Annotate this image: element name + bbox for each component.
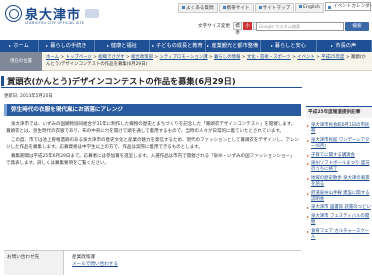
sidebar-news-link[interactable]: 食育フェア カルチャースクール [306, 229, 372, 242]
section-heading-text: 弥生時代の衣服を現代風にお洒落にアレンジ [11, 107, 123, 113]
top-links: よくある質問 携帯サイト サイトマップ English [178, 3, 324, 13]
breadcrumb: 現在の位置 ホーム > トップページ > 組織でさがす > 総合政策部 > シテ… [0, 52, 372, 71]
event-calendar-button[interactable]: イベントカレンダー [325, 2, 372, 11]
arrow-right-icon [331, 44, 334, 47]
city-emblem-icon[interactable] [5, 5, 22, 22]
sidebar-news-link[interactable]: 泉大津市民館 ワンデーシアター(6月) [306, 138, 372, 151]
breadcrumb-link[interactable]: シティプロモーション課 [160, 55, 208, 60]
nav-mayor[interactable]: 市長の声 [317, 40, 372, 52]
site-header: 泉大津市 IZUMIOTSU CITY OFFICIAL SITE よくある質問… [0, 0, 372, 40]
sidebar: 平成25年度報道提供記事 泉大津市民会館6月1日の市民祭 泉大津市民館 ワンデー… [306, 71, 372, 277]
mobile-icon [222, 6, 226, 9]
arrow-right-icon [9, 44, 12, 47]
sidebar-news-link[interactable]: 府道泉州山手線 建設に関する説明会 [306, 191, 372, 204]
breadcrumb-trail: ホーム > トップページ > 組織でさがす > 総合政策部 > シティプロモーシ… [46, 55, 366, 67]
arrow-right-icon [46, 44, 49, 47]
contact-box: お問い合わせ先 産業政策課 メールで問い合わせる [4, 250, 301, 275]
contact-label: お問い合わせ先 [4, 251, 64, 275]
sidebar-news-link[interactable]: 泉大津市 図書館 読書のつどい [306, 205, 372, 211]
sitemap-link[interactable]: サイトマップ [254, 3, 295, 13]
logo-badge-icon [85, 9, 99, 18]
sidebar-news-link[interactable]: 泉大津市 フェスティバルの開催 [306, 214, 372, 227]
faq-link[interactable]: よくある質問 [178, 3, 218, 13]
main-content: 賞頭衣(かんとう)デザインコンテストの作品を募集(6月29日) 更新日: 201… [0, 71, 303, 277]
arrow-right-icon [270, 44, 273, 47]
nav-children-education[interactable]: 子どもの成長と教育 [150, 40, 206, 52]
arrow-right-icon [152, 44, 154, 47]
page-title: 賞頭衣(かんとう)デザインコンテストの作品を募集(6月29日) [1, 74, 302, 88]
english-link[interactable]: English [295, 3, 324, 13]
sidebar-news-link[interactable]: 泉州ソフトボールまつり 盛況のうちに終了 [306, 161, 372, 174]
article-paragraph: 募集期間は平成25年6月29日まで。応募者には参加賞を進呈します。入選作品は市内… [6, 154, 295, 166]
global-nav: ホーム 暮らしの手続き 健康と福祉 子どもの成長と教育 産業観光と都市整備 暮ら… [0, 40, 372, 52]
sidebar-list: 泉大津市民会館6月1日の市民祭 泉大津市民館 ワンデーシアター(6月) 子育てに… [306, 123, 372, 244]
breadcrumb-label: 現在の位置 [0, 52, 42, 71]
faq-icon [182, 6, 185, 9]
article-paragraph: 泉大津市では、いずみの国織物協同組合が31年に制作した織物の歴史とまちづくりを記… [6, 122, 296, 134]
nav-procedures[interactable]: 暮らしの手続き [39, 40, 95, 52]
site-logo-subtitle: IZUMIOTSU CITY OFFICIAL SITE [25, 21, 85, 25]
font-size-control: 文字サイズ変更 標準 小 大 [198, 22, 263, 36]
contact-mail-link[interactable]: メールで問い合わせる [72, 261, 118, 268]
contact-department: 産業政策課 [72, 255, 95, 260]
nav-health-welfare[interactable]: 健康と福祉 [95, 40, 151, 52]
sidebar-news-link[interactable]: 子育てに関する講演会 [306, 153, 372, 159]
search-button[interactable]: 検索 [345, 22, 369, 31]
arrow-right-icon [106, 44, 109, 47]
search-input[interactable]: Google カスタム検索 [256, 22, 344, 31]
section-heading: 弥生時代の衣服を現代風にお洒落にアレンジ [4, 104, 301, 116]
breadcrumb-link[interactable]: 暮らしの情報 [214, 55, 240, 60]
breadcrumb-link[interactable]: イベント [297, 55, 315, 60]
breadcrumb-link[interactable]: 組織でさがす [98, 55, 124, 60]
article-body: 泉大津市では、いずみの国織物協同組合が31年に制作した織物の歴史とまちづくりを記… [6, 121, 299, 169]
breadcrumb-link[interactable]: 文化・芸術・スポーツ [247, 55, 291, 60]
font-size-label: 文字サイズ変更 [198, 24, 231, 29]
breadcrumb-link[interactable]: トップページ [66, 55, 92, 60]
font-size-small-button[interactable]: 小 [243, 22, 253, 30]
mobile-site-link[interactable]: 携帯サイト [218, 3, 254, 13]
breadcrumb-link[interactable]: 総合政策部 [131, 55, 153, 60]
breadcrumb-link[interactable]: ホーム [46, 55, 59, 60]
article-paragraph: この度、市では池上曽根遺跡のある泉大津市の歴史文化と産業の魅力を発信するため、現… [6, 138, 299, 150]
contact-body: 産業政策課 メールで問い合わせる [64, 251, 126, 274]
sidebar-news-link[interactable]: 地域の歴史散歩 泉大津の風景を語る [306, 176, 372, 189]
globe-icon [299, 5, 303, 8]
font-size-standard-button[interactable]: 標準 [233, 22, 243, 36]
nav-home[interactable]: ホーム [0, 40, 40, 52]
breadcrumb-link[interactable]: 平成25年度 [321, 55, 344, 60]
page-title-text: 賞頭衣(かんとう)デザインコンテストの作品を募集(6月29日) [7, 76, 236, 86]
sidebar-news-link[interactable]: 泉大津市民会館6月1日の市民祭 [306, 123, 372, 136]
nav-safety[interactable]: 暮らしと安心 [261, 40, 317, 52]
sitemap-icon [258, 6, 262, 9]
updated-date: 更新日: 2013年5月20日 [4, 94, 53, 99]
nav-industry-tourism[interactable]: 産業観光と都市整備 [206, 40, 262, 52]
sidebar-heading: 平成25年度報道提供記事 [306, 106, 372, 118]
arrow-right-icon [207, 44, 210, 47]
